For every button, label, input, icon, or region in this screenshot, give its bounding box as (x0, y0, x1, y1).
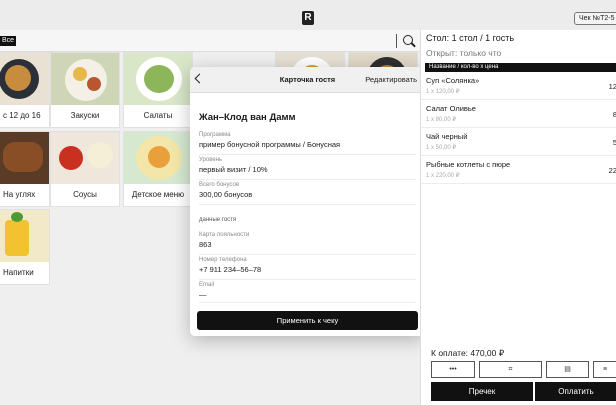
dish-image (0, 132, 49, 184)
app-logo-icon: R (302, 11, 314, 25)
phone-field: Номер телефона +7 911 234–56–78 (199, 256, 416, 280)
plate (73, 67, 87, 81)
tile-label: Закуски (70, 111, 100, 120)
guest-name: Жан–Клод ван Дамм (199, 112, 296, 123)
plate (87, 77, 101, 91)
menu-tile-sauces[interactable]: Соусы (50, 131, 120, 207)
item-name: Чай черный (426, 132, 468, 141)
field-label: Программа (199, 132, 231, 138)
order-item[interactable]: Салат Оливье 1 x 80,00 ₽ 8 (421, 100, 616, 128)
plate (87, 142, 113, 168)
email-field: Email — (199, 281, 416, 303)
guest-card-modal: Карточка гостя Редактировать Жан–Клод ва… (190, 67, 425, 336)
item-qty-price: 1 x 120,00 ₽ (426, 89, 460, 95)
field-label: Карта лояльности (199, 232, 250, 238)
item-name: Рыбные котлеты с пюре (426, 160, 511, 169)
item-total: 12 (608, 82, 616, 91)
calculator-button[interactable]: ▤ (546, 361, 589, 378)
opened-info: Открыт: только что (426, 48, 502, 58)
item-qty-price: 1 x 80,00 ₽ (426, 117, 457, 123)
category-chip-all[interactable]: Все (0, 36, 17, 46)
dish-image (0, 210, 49, 262)
edit-button[interactable]: Редактировать (365, 75, 417, 84)
loyalty-card-field: Карта лояльности 863 (199, 231, 416, 255)
divider (396, 34, 397, 48)
menu-tile-snacks[interactable]: Закуски (50, 52, 120, 128)
order-item[interactable]: Суп «Солянка» 1 x 120,00 ₽ 12 (421, 72, 616, 100)
item-qty-price: 1 x 220,00 ₽ (426, 173, 460, 179)
plate (5, 65, 31, 91)
modal-header: Карточка гостя Редактировать (190, 67, 425, 93)
plate (148, 146, 170, 168)
plate (144, 65, 174, 93)
field-value: +7 911 234–56–78 (199, 265, 262, 274)
menu-tile-lunch[interactable]: с 12 до 16 (0, 52, 50, 128)
category-bar: Все (0, 30, 420, 52)
item-qty-price: 1 x 50,00 ₽ (426, 145, 457, 151)
field-value: — (199, 290, 207, 299)
menu-tile-grill[interactable]: На углях (0, 131, 50, 207)
order-item[interactable]: Чай черный 1 x 50,00 ₽ 5 (421, 128, 616, 156)
item-name: Салат Оливье (426, 104, 476, 113)
order-toolbar: ••• ⌗ ▤ ≡ (431, 361, 616, 378)
field-label: Всего бонусов (199, 182, 240, 188)
precheck-button[interactable]: Пречек (431, 382, 533, 401)
level-field: Уровень первый визит / 10% (199, 156, 416, 180)
scan-button[interactable]: ⌗ (479, 361, 542, 378)
dish-image (124, 132, 192, 184)
tile-label: На углях (3, 190, 36, 199)
dish-image (51, 53, 119, 105)
top-bar: R Чек №Т2-5 (0, 0, 616, 30)
pay-button[interactable]: Оплатить (535, 382, 616, 401)
field-label: Номер телефона (199, 257, 247, 263)
item-name: Суп «Солянка» (426, 76, 480, 85)
tile-label: Соусы (73, 190, 97, 199)
table-info: Стол: 1 стол / 1 гость (426, 33, 515, 43)
total-to-pay: К оплате: 470,00 ₽ (431, 348, 505, 358)
tile-label: Салаты (143, 111, 173, 120)
menu-tile-salads[interactable]: Салаты (123, 52, 193, 128)
tile-label: Детское меню (131, 190, 185, 199)
tile-label: Напитки (3, 268, 34, 277)
field-value: пример бонусной программы / Бонусная (199, 140, 341, 149)
program-field: Программа пример бонусной программы / Бо… (199, 131, 416, 155)
menu-tile-kids[interactable]: Детское меню (123, 131, 193, 207)
more-button[interactable]: ••• (431, 361, 475, 378)
field-value: 300,00 бонусов (199, 190, 253, 199)
plate (65, 59, 107, 101)
check-number-badge[interactable]: Чек №Т2-5 (574, 12, 616, 25)
field-value: первый визит / 10% (199, 165, 268, 174)
plate (3, 142, 43, 172)
order-panel: Стол: 1 стол / 1 гость Открыт: только чт… (420, 30, 616, 405)
field-value: 863 (199, 240, 212, 249)
menu-button[interactable]: ≡ (593, 361, 616, 378)
dish-image (124, 53, 192, 105)
dish-image (0, 53, 49, 105)
search-icon[interactable] (403, 35, 413, 45)
glass (5, 220, 29, 256)
field-label: Уровень (199, 157, 223, 163)
dish-image (51, 132, 119, 184)
plate (59, 146, 83, 170)
order-column-header: Название / кол-во x цена (425, 63, 616, 72)
menu-tile-drinks[interactable]: Напитки (0, 209, 50, 285)
garnish (11, 212, 23, 222)
field-label: Email (199, 282, 215, 288)
order-item[interactable]: Рыбные котлеты с пюре 1 x 220,00 ₽ 22 (421, 156, 616, 184)
item-total: 22 (608, 166, 616, 175)
bonuses-field: Всего бонусов 300,00 бонусов (199, 181, 416, 205)
apply-to-check-button[interactable]: Применить к чеку (197, 311, 418, 330)
section-label: данные гостя (199, 217, 237, 223)
tile-label: с 12 до 16 (3, 111, 41, 120)
